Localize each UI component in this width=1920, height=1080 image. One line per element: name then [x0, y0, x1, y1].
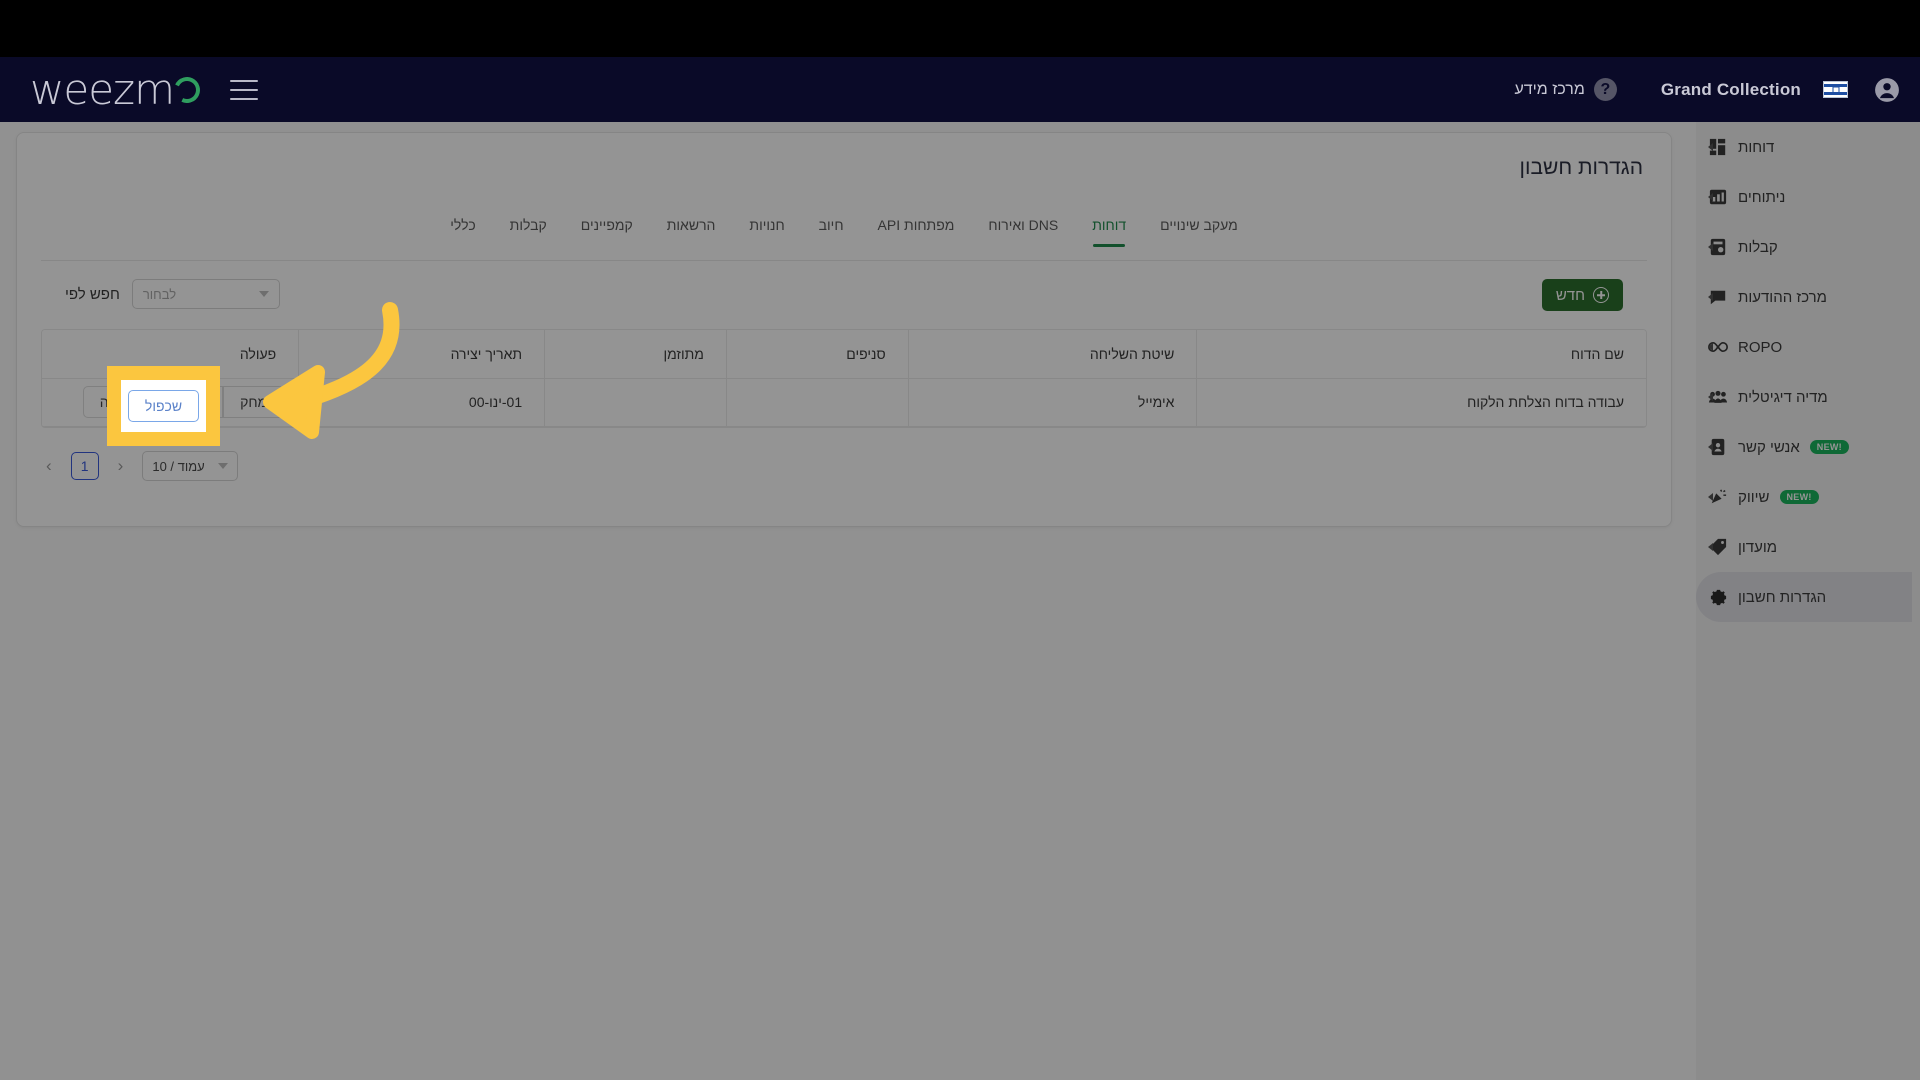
cell-branches	[725, 378, 909, 427]
tab-dns-hosting[interactable]: DNS ואירוח	[971, 211, 1075, 246]
highlight-box: שכפול	[107, 366, 220, 446]
tab-change-log[interactable]: מעקב שינויים	[1143, 211, 1255, 246]
sidebar-item-contacts[interactable]: NEW! אנשי קשר	[1696, 422, 1920, 472]
weezmo-logo: weezm	[30, 65, 204, 114]
next-page-button[interactable]: ›	[41, 456, 57, 476]
table-row: עבודה בדוח הצלחת הלקוח אימייל 01-ינו-00 …	[42, 378, 1646, 427]
info-center-link[interactable]: ? מרכז מידע	[1514, 78, 1617, 101]
top-bar-left-group: Grand Collection ? מרכז מידע	[1492, 77, 1920, 103]
new-report-label: חדש	[1555, 286, 1585, 304]
sidebar-item-label: ניתוחים	[1738, 188, 1786, 206]
sidebar-item-receipts[interactable]: קבלות	[1696, 222, 1920, 272]
chevron-right-icon	[1708, 493, 1713, 501]
chevron-right-icon	[1708, 393, 1713, 401]
sidebar-item-digital-media[interactable]: מדיה דיגיטלית	[1696, 372, 1920, 422]
account-circle-icon[interactable]	[1874, 77, 1900, 103]
tab-api-keys[interactable]: מפתחות API	[861, 211, 972, 246]
top-bar-right-group: weezm	[0, 65, 258, 114]
screen-root: Grand Collection ? מרכז מידע weezm הגדרו…	[0, 0, 1920, 1080]
tab-billing[interactable]: חיוב	[802, 211, 861, 246]
page-number-1[interactable]: 1	[70, 452, 99, 480]
sidebar-item-label: דוחות	[1738, 138, 1775, 156]
prev-page-button[interactable]: ‹	[113, 456, 129, 476]
sidebar-item-label: שיווק	[1738, 488, 1770, 506]
search-filter-placeholder: לבחור	[142, 286, 177, 302]
logo-ring-icon	[170, 72, 204, 107]
gear-icon	[1708, 587, 1728, 607]
israel-flag-icon[interactable]	[1823, 81, 1848, 98]
search-filter-group: לבחור חפש לפי	[65, 279, 280, 309]
chevron-right-icon	[1708, 243, 1713, 251]
tab-campaigns[interactable]: קמפיינים	[564, 211, 650, 246]
sidebar-item-account-settings[interactable]: הגדרות חשבון	[1696, 572, 1912, 622]
tab-general[interactable]: כללי	[433, 211, 492, 246]
reports-table: שם הדוח שיטת השליחה סניפים מתוזמן תאריך …	[42, 330, 1646, 427]
chevron-right-icon	[1708, 443, 1713, 451]
sidebar-item-reports[interactable]: דוחות	[1696, 122, 1920, 172]
plus-circle-icon	[1593, 287, 1609, 303]
hamburger-icon[interactable]	[230, 79, 258, 100]
settings-tabs: מעקב שינויים דוחות DNS ואירוח מפתחות API…	[41, 211, 1647, 261]
per-page-label: עמוד / 10	[152, 458, 205, 474]
chevron-down-icon	[258, 291, 269, 297]
search-filter-select[interactable]: לבחור	[131, 279, 280, 309]
page-title: הגדרות חשבון	[1519, 156, 1643, 179]
chevron-right-icon	[1708, 343, 1713, 351]
sidebar-item-marketing[interactable]: NEW! שיווק	[1696, 472, 1920, 522]
table-header-row: שם הדוח שיטת השליחה סניפים מתוזמן תאריך …	[42, 330, 1646, 379]
header-created-date: תאריך יצירה	[298, 330, 545, 379]
sidebar-item-label: מועדון	[1738, 538, 1778, 556]
settings-card: הגדרות חשבון מעקב שינויים דוחות DNS ואיר…	[16, 132, 1672, 527]
sidebar-item-club[interactable]: מועדון	[1696, 522, 1920, 572]
account-name: Grand Collection	[1660, 79, 1801, 99]
side-navigation: דוחות ניתוחים קבלות מרכז ההודעות ROPO מד…	[1696, 122, 1920, 1080]
header-scheduled: מתוזמן	[544, 330, 727, 379]
badge-new: NEW!	[1809, 440, 1849, 454]
logo-wordmark: weezm	[30, 65, 175, 114]
cell-send-method: אימייל	[907, 378, 1197, 427]
pagination: עמוד / 10 ‹ 1 ›	[41, 451, 239, 481]
reports-table-wrapper: שם הדוח שיטת השליחה סניפים מתוזמן תאריך …	[41, 329, 1647, 428]
screen-letterbox-top	[0, 0, 1920, 57]
cell-created-date: 01-ינו-00	[298, 378, 545, 427]
delete-button[interactable]: מחק	[223, 386, 285, 418]
sidebar-item-message-center[interactable]: מרכז ההודעות	[1696, 272, 1920, 322]
tab-permissions[interactable]: הרשאות	[650, 211, 733, 246]
top-bar: Grand Collection ? מרכז מידע weezm	[0, 57, 1920, 122]
main-content: הגדרות חשבון מעקב שינויים דוחות DNS ואיר…	[0, 122, 1696, 1080]
question-mark-icon: ?	[1593, 78, 1617, 101]
sidebar-item-label: קבלות	[1738, 238, 1778, 256]
info-center-label: מרכז מידע	[1514, 80, 1585, 98]
sidebar-item-analytics[interactable]: ניתוחים	[1696, 172, 1920, 222]
header-report-name: שם הדוח	[1196, 330, 1646, 379]
chevron-down-icon	[218, 463, 229, 469]
header-branches: סניפים	[725, 330, 909, 379]
chevron-right-icon	[1708, 143, 1713, 151]
highlight-inner: שכפול	[121, 380, 206, 432]
sidebar-item-label: מדיה דיגיטלית	[1738, 388, 1828, 406]
sidebar-item-label: מרכז ההודעות	[1738, 288, 1827, 306]
chevron-right-icon	[1708, 543, 1713, 551]
sidebar-item-label: ROPO	[1738, 338, 1783, 356]
tab-stores[interactable]: חנויות	[732, 211, 801, 246]
badge-new: NEW!	[1779, 490, 1819, 504]
chevron-right-icon	[1708, 293, 1713, 301]
cell-scheduled	[544, 378, 727, 427]
sidebar-item-ropo[interactable]: ROPO	[1696, 322, 1920, 372]
per-page-select[interactable]: עמוד / 10	[142, 451, 239, 481]
search-filter-label: חפש לפי	[65, 285, 120, 303]
sidebar-item-label: אנשי קשר	[1738, 438, 1800, 456]
duplicate-button-highlighted[interactable]: שכפול	[127, 390, 200, 422]
table-toolbar: חדש לבחור חפש לפי	[41, 279, 1647, 325]
tab-receipts[interactable]: קבלות	[493, 211, 564, 246]
header-send-method: שיטת השליחה	[907, 330, 1197, 379]
new-report-button[interactable]: חדש	[1541, 279, 1623, 311]
tab-reports[interactable]: דוחות	[1075, 211, 1143, 247]
chevron-right-icon	[1708, 193, 1713, 201]
sidebar-item-label: הגדרות חשבון	[1738, 588, 1827, 606]
cell-report-name: עבודה בדוח הצלחת הלקוח	[1196, 378, 1646, 427]
